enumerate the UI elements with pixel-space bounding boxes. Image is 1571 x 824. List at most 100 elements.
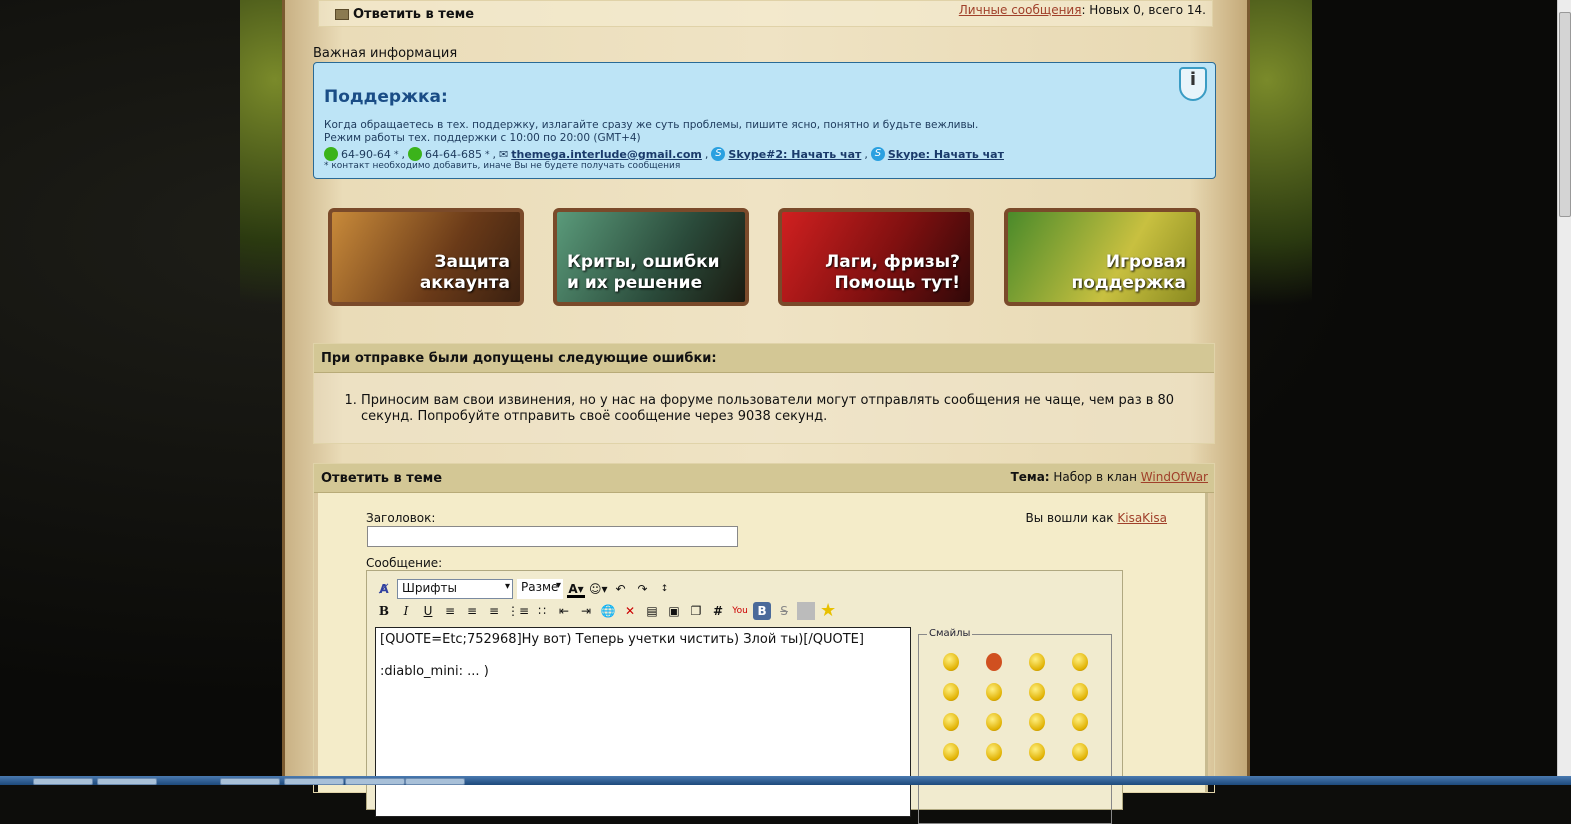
code-hash-icon[interactable]: # — [709, 602, 727, 620]
underline-icon[interactable]: U — [419, 602, 437, 620]
insert-image-icon[interactable]: ▣ — [665, 602, 683, 620]
skype-chat-link[interactable]: Skype: Начать чат — [888, 148, 1004, 161]
error-title: При отправке были допущены следующие оши… — [314, 344, 1214, 373]
important-info-label: Важная информация — [313, 46, 458, 61]
smiley-icon[interactable] — [942, 653, 959, 671]
email-link[interactable]: themega.interlude@gmail.com — [511, 148, 702, 161]
smiley-icon[interactable] — [985, 713, 1002, 731]
align-center-icon[interactable]: ≡ — [463, 602, 481, 620]
undo-icon[interactable]: ↶ — [612, 580, 630, 598]
topic-link[interactable]: WindOfWar — [1141, 470, 1208, 484]
smiley-icon[interactable] — [942, 713, 959, 731]
star-icon[interactable]: ★ — [819, 602, 837, 620]
remove-format-icon[interactable]: A̸ — [375, 580, 393, 598]
smiley-icon[interactable] — [1071, 743, 1088, 761]
youtube-icon[interactable]: You — [731, 602, 749, 620]
error-box: При отправке были допущены следующие оши… — [313, 343, 1215, 444]
folder-icon — [335, 8, 349, 20]
skype2-chat-link[interactable]: Skype#2: Начать чат — [728, 148, 861, 161]
banner-game-support[interactable]: Игровая поддержка — [1004, 208, 1200, 306]
logged-in-label: Вы вошли как — [1025, 511, 1118, 525]
icq-contact-2: 64-64-685 — [425, 147, 482, 161]
topic-label: Тема: — [1010, 470, 1050, 484]
insert-attachment-icon[interactable]: ▤ — [643, 602, 661, 620]
italic-icon[interactable]: I — [397, 602, 415, 620]
navbar: Ответить в теме Личные сообщения: Новых … — [318, 0, 1213, 27]
info-shield-icon: i — [1179, 67, 1207, 101]
logged-in-info: Вы вошли как KisaKisa — [1026, 511, 1168, 525]
mail-icon: ✉ — [499, 147, 509, 161]
message-editor: A̸ Шрифты Разме A▾ ☺▾ ↶ ↷ ↕ B I U ≡ ≡ ≡ … — [366, 570, 1123, 824]
banner-label: Лаги, фризы? Помощь тут! — [825, 252, 960, 293]
redo-icon[interactable]: ↷ — [634, 580, 652, 598]
text-color-icon[interactable]: A▾ — [567, 580, 585, 598]
taskbar-item[interactable] — [33, 778, 93, 785]
smiley-icon[interactable] — [942, 683, 959, 701]
skype-icon: S — [711, 147, 726, 161]
smiley-icon[interactable] — [1071, 653, 1088, 671]
banner-label: Игровая поддержка — [1071, 252, 1186, 293]
message-label: Сообщение: — [366, 556, 443, 570]
smiley-icon[interactable] — [985, 653, 1002, 671]
taskbar-item[interactable] — [284, 778, 344, 785]
banner-lags[interactable]: Лаги, фризы? Помощь тут! — [778, 208, 974, 306]
error-item: Приносим вам свои извинения, но у нас на… — [361, 393, 1191, 425]
icq-contact-1: 64-90-64 — [341, 147, 391, 161]
smiley-icon[interactable] — [1028, 653, 1045, 671]
subject-input[interactable] — [367, 526, 738, 547]
topic-info: Тема: Набор в клан WindOfWar — [1011, 470, 1208, 484]
bold-icon[interactable]: B — [375, 602, 393, 620]
smilies-label: Смайлы — [927, 628, 973, 639]
smiley-icon[interactable] — [942, 743, 959, 761]
reply-title: Ответить в теме — [321, 471, 443, 486]
scrollbar-thumb[interactable] — [1559, 12, 1571, 217]
smiley-icon[interactable] — [985, 683, 1002, 701]
pm-count: : Новых 0, всего 14. — [1081, 3, 1206, 17]
strikethrough-icon[interactable]: S — [775, 602, 793, 620]
vertical-scrollbar[interactable] — [1557, 0, 1571, 776]
resize-icon[interactable]: ↕ — [656, 580, 674, 598]
outdent-icon[interactable]: ⇤ — [555, 602, 573, 620]
size-select[interactable]: Разме — [517, 579, 563, 599]
reply-form: Ответить в теме Тема: Набор в клан WindO… — [313, 463, 1215, 824]
message-textarea[interactable]: [QUOTE=Etc;752968]Ну вот) Теперь учетки … — [375, 627, 911, 817]
banner-label: Криты, ошибки и их решение — [567, 252, 720, 293]
banner-label: Защита аккаунта — [419, 252, 510, 293]
align-right-icon[interactable]: ≡ — [485, 602, 503, 620]
insert-link-icon[interactable]: 🌐 — [599, 602, 617, 620]
icq-icon — [324, 147, 338, 161]
pm-link[interactable]: Личные сообщения — [959, 3, 1082, 17]
banner-account-protection[interactable]: Защита аккаунта — [328, 208, 524, 306]
ordered-list-icon[interactable]: ⋮≡ — [507, 602, 529, 620]
taskbar-item[interactable] — [97, 778, 157, 785]
subject-label: Заголовок: — [366, 511, 436, 525]
align-left-icon[interactable]: ≡ — [441, 602, 459, 620]
unordered-list-icon[interactable]: ∷ — [533, 602, 551, 620]
smiley-icon[interactable] — [1028, 743, 1045, 761]
smiley-icon[interactable] — [985, 743, 1002, 761]
support-title: Поддержка: — [324, 87, 448, 107]
user-link[interactable]: KisaKisa — [1117, 511, 1167, 525]
topic-prefix: Набор в клан — [1049, 470, 1141, 484]
skype-icon: S — [870, 147, 885, 161]
breadcrumb: Ответить в теме — [335, 6, 474, 22]
font-select[interactable]: Шрифты — [397, 579, 513, 599]
taskbar-item[interactable] — [220, 778, 280, 785]
taskbar-item[interactable] — [345, 778, 405, 785]
smiley-icon[interactable] — [1071, 713, 1088, 731]
indent-icon[interactable]: ⇥ — [577, 602, 595, 620]
smiley-icon[interactable] — [1028, 683, 1045, 701]
remove-link-icon[interactable]: ✕ — [621, 602, 639, 620]
taskbar-item[interactable] — [405, 778, 465, 785]
smiley-menu-icon[interactable]: ☺▾ — [589, 580, 608, 598]
smiley-icon[interactable] — [1028, 713, 1045, 731]
support-hours: Режим работы тех. поддержки с 10:00 по 2… — [324, 132, 641, 144]
vk-icon[interactable]: B — [753, 602, 772, 620]
icq-icon — [408, 147, 423, 161]
smiley-icon[interactable] — [1071, 683, 1088, 701]
banner-crits-errors[interactable]: Криты, ошибки и их решение — [553, 208, 749, 306]
support-notice: i Поддержка: Когда обращаетесь в тех. по… — [313, 62, 1216, 179]
support-text: Когда обращаетесь в тех. поддержку, изла… — [324, 119, 979, 131]
spoiler-icon[interactable] — [797, 602, 816, 620]
quote-icon[interactable]: ❐ — [687, 602, 705, 620]
